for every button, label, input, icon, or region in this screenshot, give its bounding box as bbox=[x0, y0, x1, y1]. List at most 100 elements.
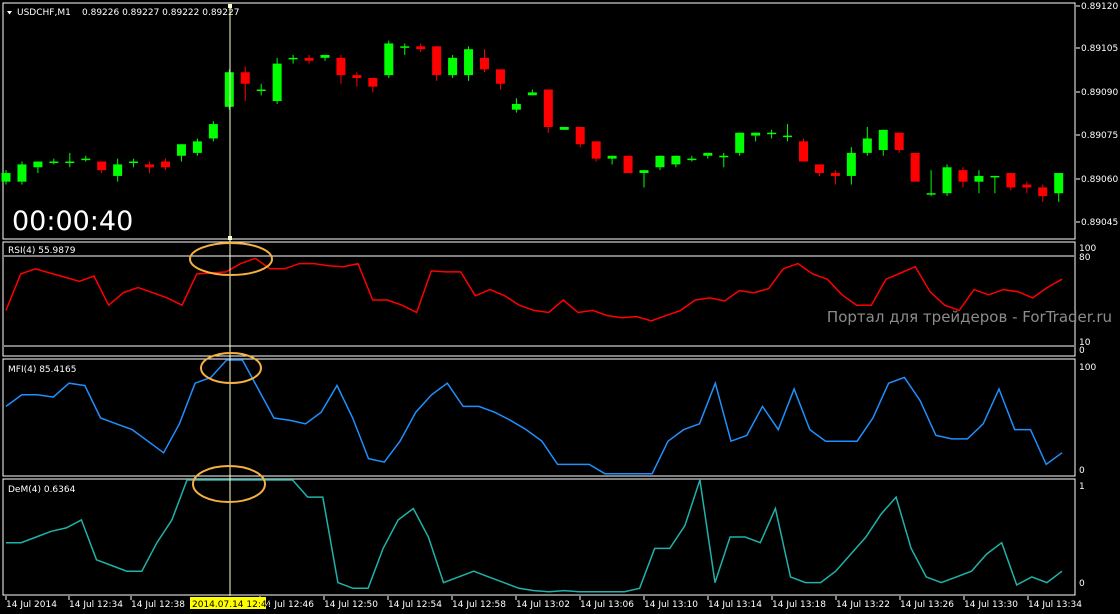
candle-body bbox=[862, 138, 872, 153]
candle-body bbox=[192, 141, 202, 153]
crosshair-time-label: 2014.07.14 12:44 bbox=[192, 600, 273, 610]
candle-body bbox=[719, 155, 729, 158]
mfi-label: MFI(4) 85.4165 bbox=[8, 365, 76, 375]
candle-body bbox=[623, 155, 633, 174]
candle-body bbox=[783, 135, 793, 138]
time-tick: 14 Jul 12:34 bbox=[69, 600, 123, 610]
price-tick: 0.89060 bbox=[1081, 175, 1118, 185]
candle-body bbox=[527, 92, 537, 96]
candle-body bbox=[591, 141, 601, 159]
candle-body bbox=[320, 54, 330, 58]
crosshair-handle-top[interactable] bbox=[228, 4, 232, 8]
time-tick: 14 Jul 12:58 bbox=[452, 600, 506, 610]
time-tick: 14 Jul 12:54 bbox=[388, 600, 442, 610]
candle-body bbox=[703, 152, 713, 156]
time-tick: 14 Jul 12:38 bbox=[131, 600, 185, 610]
candle-body bbox=[687, 158, 697, 161]
candle-body bbox=[990, 175, 1000, 178]
candle-body bbox=[1022, 184, 1032, 188]
candle-body bbox=[145, 164, 155, 168]
time-tick: 14 Jul 13:18 bbox=[772, 600, 826, 610]
mfi-tick: 100 bbox=[1079, 363, 1096, 373]
candle-body bbox=[543, 89, 553, 127]
candle-body bbox=[511, 103, 521, 110]
candle-body bbox=[926, 193, 936, 195]
candle-body bbox=[735, 132, 745, 153]
candle-body bbox=[751, 132, 761, 136]
candle-body bbox=[33, 161, 43, 168]
candle-timer: 00:00:40 bbox=[12, 206, 133, 237]
candle-body bbox=[575, 126, 585, 145]
price-tick: 0.89075 bbox=[1081, 131, 1118, 141]
candle-body bbox=[958, 170, 968, 182]
rsi-tick: 80 bbox=[1079, 253, 1091, 263]
candle-body bbox=[655, 155, 665, 168]
trading-chart[interactable]: Портал для трейдеров - ForTrader.ru USDC… bbox=[0, 0, 1120, 614]
candle-body bbox=[639, 170, 649, 174]
candle-body bbox=[846, 152, 856, 176]
time-tick: 14 Jul 13:26 bbox=[900, 600, 954, 610]
watermark: Портал для трейдеров - ForTrader.ru bbox=[827, 308, 1112, 326]
dem-tick: 1 bbox=[1079, 482, 1085, 492]
candle-body bbox=[97, 161, 107, 171]
candle-body bbox=[416, 46, 426, 50]
candle-body bbox=[495, 69, 505, 84]
dem-tick: 0 bbox=[1079, 579, 1085, 589]
time-tick: 14 Jul 13:30 bbox=[964, 600, 1018, 610]
symbol-label: USDCHF,M1 bbox=[17, 8, 71, 18]
candle-body bbox=[304, 57, 314, 61]
crosshair-handle-bottom[interactable] bbox=[228, 236, 232, 240]
rsi-label: RSI(4) 55.9879 bbox=[8, 246, 76, 256]
time-tick: 14 Jul 13:14 bbox=[708, 600, 762, 610]
candle-body bbox=[256, 89, 266, 92]
candle-body bbox=[799, 141, 808, 162]
candle-body bbox=[480, 57, 489, 70]
candle-body bbox=[1054, 173, 1064, 194]
candle-body bbox=[432, 46, 442, 76]
time-tick: 14 Jul 13:06 bbox=[580, 600, 634, 610]
candle-body bbox=[384, 43, 394, 76]
time-tick: 14 Jul 13:22 bbox=[836, 600, 890, 610]
price-tick: 0.89045 bbox=[1081, 218, 1118, 228]
candle-body bbox=[767, 132, 777, 135]
candle-body bbox=[1006, 173, 1016, 188]
candle-body bbox=[559, 126, 569, 130]
candle-body bbox=[464, 49, 474, 76]
mfi-tick: 0 bbox=[1079, 466, 1085, 476]
candle-body bbox=[942, 167, 952, 194]
candle-body bbox=[400, 46, 410, 48]
candle-body bbox=[830, 173, 840, 176]
candle-body bbox=[272, 63, 282, 102]
ohlc-readout: 0.89226 0.89227 0.89222 0.89227 bbox=[82, 8, 239, 18]
candle-body bbox=[240, 72, 250, 84]
candle-body bbox=[81, 158, 91, 161]
candle-body bbox=[288, 57, 298, 60]
candle-body bbox=[607, 155, 617, 159]
candle-body bbox=[894, 132, 904, 150]
price-tick: 0.89120 bbox=[1081, 2, 1118, 12]
candle-body bbox=[49, 161, 59, 164]
candle-body bbox=[1, 173, 11, 182]
candle-body bbox=[352, 75, 362, 78]
candle-body bbox=[878, 129, 888, 150]
time-tick: 14 Jul 13:10 bbox=[644, 600, 698, 610]
candle-body bbox=[671, 155, 681, 165]
candle-body bbox=[974, 175, 984, 182]
time-tick: 14 Jul 13:34 bbox=[1028, 600, 1082, 610]
candle-body bbox=[161, 161, 170, 168]
candle-body bbox=[448, 57, 458, 76]
candle-body bbox=[208, 124, 218, 139]
candle-body bbox=[113, 164, 123, 176]
dem-label: DeM(4) 0.6364 bbox=[8, 485, 76, 495]
candle-body bbox=[129, 161, 139, 164]
candle-body bbox=[368, 78, 378, 87]
candle-body bbox=[65, 161, 75, 164]
candle-body bbox=[336, 57, 346, 76]
candle-body bbox=[910, 152, 920, 182]
candle-body bbox=[176, 144, 186, 156]
rsi-tick: 0 bbox=[1079, 346, 1085, 356]
candle-body bbox=[814, 164, 824, 174]
chart-background bbox=[0, 0, 1120, 614]
candle-body bbox=[17, 164, 27, 182]
candle-body bbox=[224, 72, 234, 107]
